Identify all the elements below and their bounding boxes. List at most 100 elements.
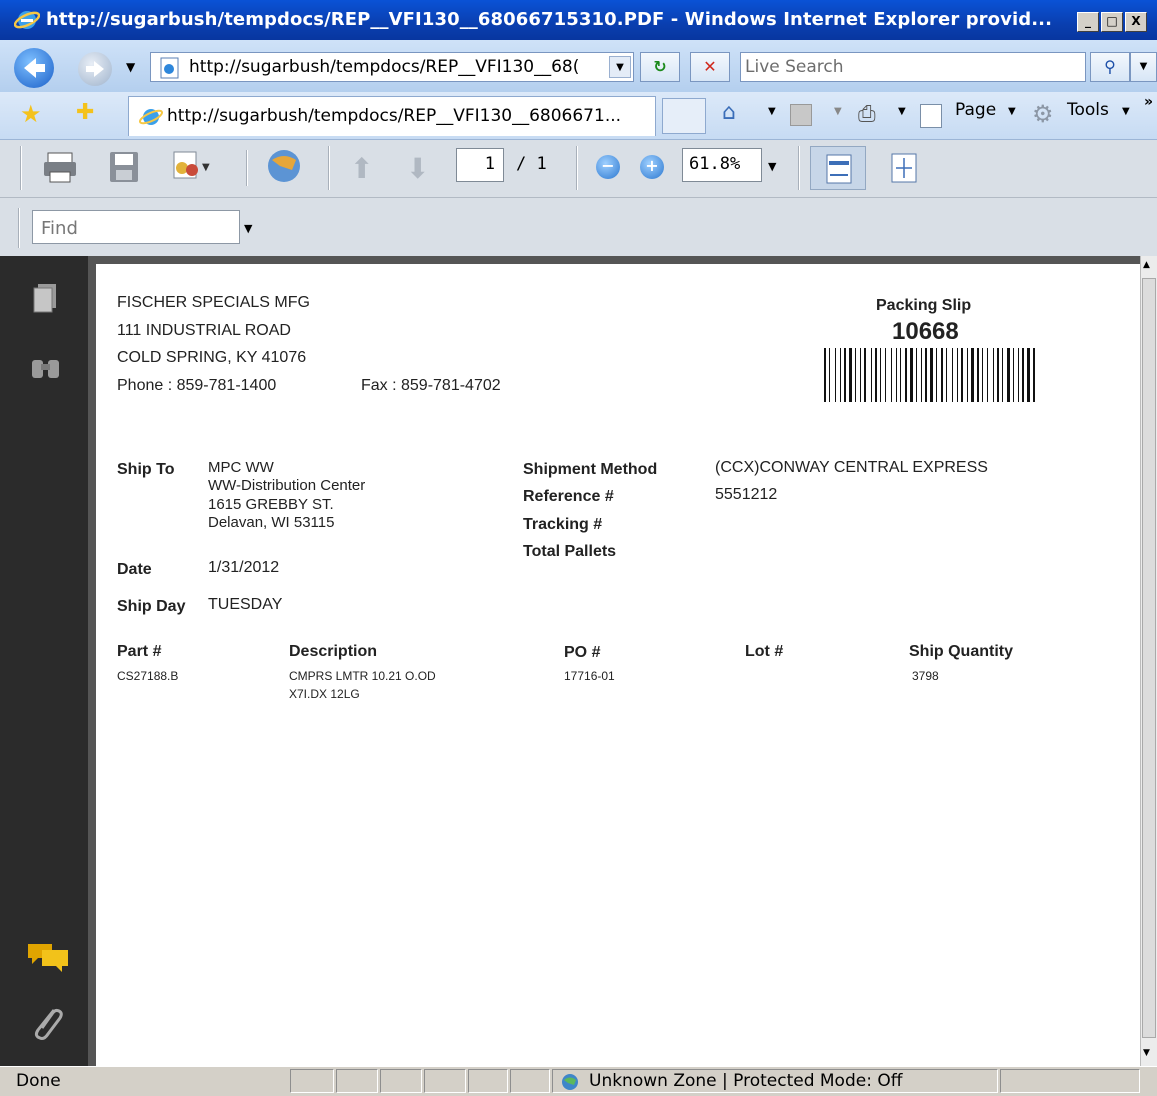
page-menu-icon[interactable] [920, 104, 942, 128]
minimize-button[interactable]: _ [1077, 12, 1099, 32]
recent-pages-dropdown-icon[interactable]: ▼ [126, 60, 135, 74]
shipment-method-value: (CCX)CONWAY CENTRAL EXPRESS [715, 459, 988, 476]
security-zone-panel[interactable]: Unknown Zone | Protected Mode: Off [552, 1069, 998, 1093]
back-button[interactable] [14, 48, 54, 88]
address-dropdown-button[interactable]: ▼ [609, 56, 631, 78]
svg-text:▼: ▼ [202, 162, 210, 173]
stop-button[interactable]: ✕ [690, 52, 730, 82]
status-text: Done [16, 1071, 61, 1091]
ship-to-line4: Delavan, WI 53115 [208, 514, 335, 531]
status-panel [290, 1069, 334, 1093]
tab-current-page[interactable]: http://sugarbush/tempdocs/REP__VFI130__6… [128, 96, 656, 136]
new-tab-button[interactable] [662, 98, 706, 134]
packing-slip-number: 10668 [892, 318, 959, 345]
row-description-line2: X7I.DX 12LG [289, 687, 360, 701]
tab-title: http://sugarbush/tempdocs/REP__VFI130__6… [167, 106, 622, 126]
search-options-dropdown[interactable]: ▼ [1130, 52, 1157, 82]
pdf-page: FISCHER SPECIALS MFG 111 INDUSTRIAL ROAD… [96, 264, 1140, 1066]
fit-page-button[interactable] [884, 148, 924, 188]
zoom-out-button[interactable]: − [596, 155, 620, 179]
zoom-dropdown-icon[interactable]: ▼ [768, 160, 776, 173]
row-description-line1: CMPRS LMTR 10.21 O.OD [289, 669, 436, 683]
close-window-button[interactable]: X [1125, 12, 1147, 32]
status-panel [336, 1069, 378, 1093]
vertical-scrollbar[interactable]: ▲ ▼ [1140, 256, 1157, 1066]
date-value: 1/31/2012 [208, 559, 280, 576]
status-panel [424, 1069, 466, 1093]
zoom-level-input[interactable]: 61.8% [682, 148, 762, 182]
attachments-paperclip-icon[interactable] [30, 1004, 66, 1044]
feeds-icon[interactable] [790, 104, 812, 126]
previous-page-arrow-icon[interactable]: ⬆ [350, 152, 373, 185]
navigation-panel [0, 256, 88, 1066]
refresh-button[interactable]: ↻ [640, 52, 680, 82]
forward-arrow-icon [86, 61, 104, 77]
scroll-up-arrow-icon[interactable]: ▲ [1143, 260, 1150, 270]
home-icon[interactable]: ⌂ [722, 100, 736, 125]
share-document-button[interactable]: ▼ [168, 148, 212, 184]
row-po: 17716-01 [564, 669, 615, 683]
binoculars-search-icon[interactable] [28, 352, 64, 382]
find-input[interactable]: Find [32, 210, 240, 244]
favorites-star-icon[interactable]: ★ [20, 100, 42, 128]
zone-status-text: Unknown Zone | Protected Mode: Off [589, 1071, 903, 1091]
page-number-input[interactable]: 1 [456, 148, 504, 182]
scroll-down-arrow-icon[interactable]: ▼ [1143, 1048, 1150, 1058]
pages-panel-icon[interactable] [30, 282, 62, 316]
ship-to-label: Ship To [117, 461, 175, 478]
search-button[interactable]: ⚲ [1090, 52, 1130, 82]
internet-explorer-icon [14, 11, 40, 29]
comments-icon[interactable] [26, 940, 70, 974]
next-page-arrow-icon[interactable]: ⬇ [406, 152, 429, 185]
page-menu[interactable]: Page [955, 100, 996, 120]
search-input[interactable]: Live Search [740, 52, 1086, 82]
company-fax: Fax : 859-781-4702 [361, 377, 501, 394]
shipment-method-label: Shipment Method [523, 461, 658, 478]
print-dropdown-icon[interactable]: ▼ [898, 106, 906, 117]
printer-icon [44, 152, 76, 183]
reference-value: 5551212 [715, 486, 778, 503]
barcode-image [824, 348, 1035, 402]
fit-page-icon [891, 153, 917, 183]
company-address-line2: COLD SPRING, KY 41076 [117, 349, 307, 366]
col-header-ship-quantity: Ship Quantity [909, 643, 1013, 660]
status-panel [510, 1069, 550, 1093]
address-field[interactable]: http://sugarbush/tempdocs/REP__VFI130__6… [150, 52, 634, 82]
save-pdf-button[interactable] [106, 150, 142, 184]
ie-page-icon [160, 57, 179, 79]
search-icon: ⚲ [1104, 57, 1116, 76]
zoom-in-button[interactable]: + [640, 155, 664, 179]
ship-day-value: TUESDAY [208, 596, 283, 613]
col-header-lot: Lot # [745, 643, 784, 660]
tools-menu[interactable]: Tools [1067, 100, 1109, 120]
print-icon[interactable]: ⎙ [858, 102, 876, 127]
scrollbar-thumb[interactable] [1142, 278, 1156, 1038]
stop-icon: ✕ [703, 57, 717, 76]
window-title-bar[interactable]: http://sugarbush/tempdocs/REP__VFI130__6… [0, 0, 1157, 40]
fit-width-button[interactable] [810, 146, 866, 190]
more-commands-chevron[interactable]: » [1144, 94, 1153, 110]
total-pallets-label: Total Pallets [523, 543, 617, 560]
print-pdf-button[interactable] [42, 150, 78, 184]
col-header-description: Description [289, 643, 378, 660]
page-menu-dropdown-icon[interactable]: ▼ [1008, 106, 1016, 117]
fit-width-icon [826, 154, 852, 184]
maximize-button[interactable]: □ [1101, 12, 1123, 32]
address-url: http://sugarbush/tempdocs/REP__VFI130__6… [189, 57, 580, 77]
feeds-dropdown-icon[interactable]: ▼ [834, 106, 842, 117]
find-dropdown-icon[interactable]: ▼ [244, 222, 252, 235]
forward-button[interactable] [78, 52, 112, 86]
row-part: CS27188.B [117, 669, 179, 683]
acrobat-online-button[interactable] [262, 146, 310, 188]
ship-day-label: Ship Day [117, 598, 186, 615]
tools-menu-dropdown-icon[interactable]: ▼ [1122, 106, 1130, 117]
plus-icon: + [645, 156, 659, 175]
tools-gear-icon[interactable]: ⚙ [1032, 100, 1054, 128]
status-panel [468, 1069, 508, 1093]
back-arrow-icon [24, 58, 45, 78]
tracking-label: Tracking # [523, 516, 603, 533]
page-total: / 1 [516, 154, 547, 174]
add-favorites-icon[interactable]: ✚ [76, 100, 94, 125]
home-dropdown-icon[interactable]: ▼ [768, 106, 776, 117]
company-phone: Phone : 859-781-1400 [117, 377, 277, 394]
